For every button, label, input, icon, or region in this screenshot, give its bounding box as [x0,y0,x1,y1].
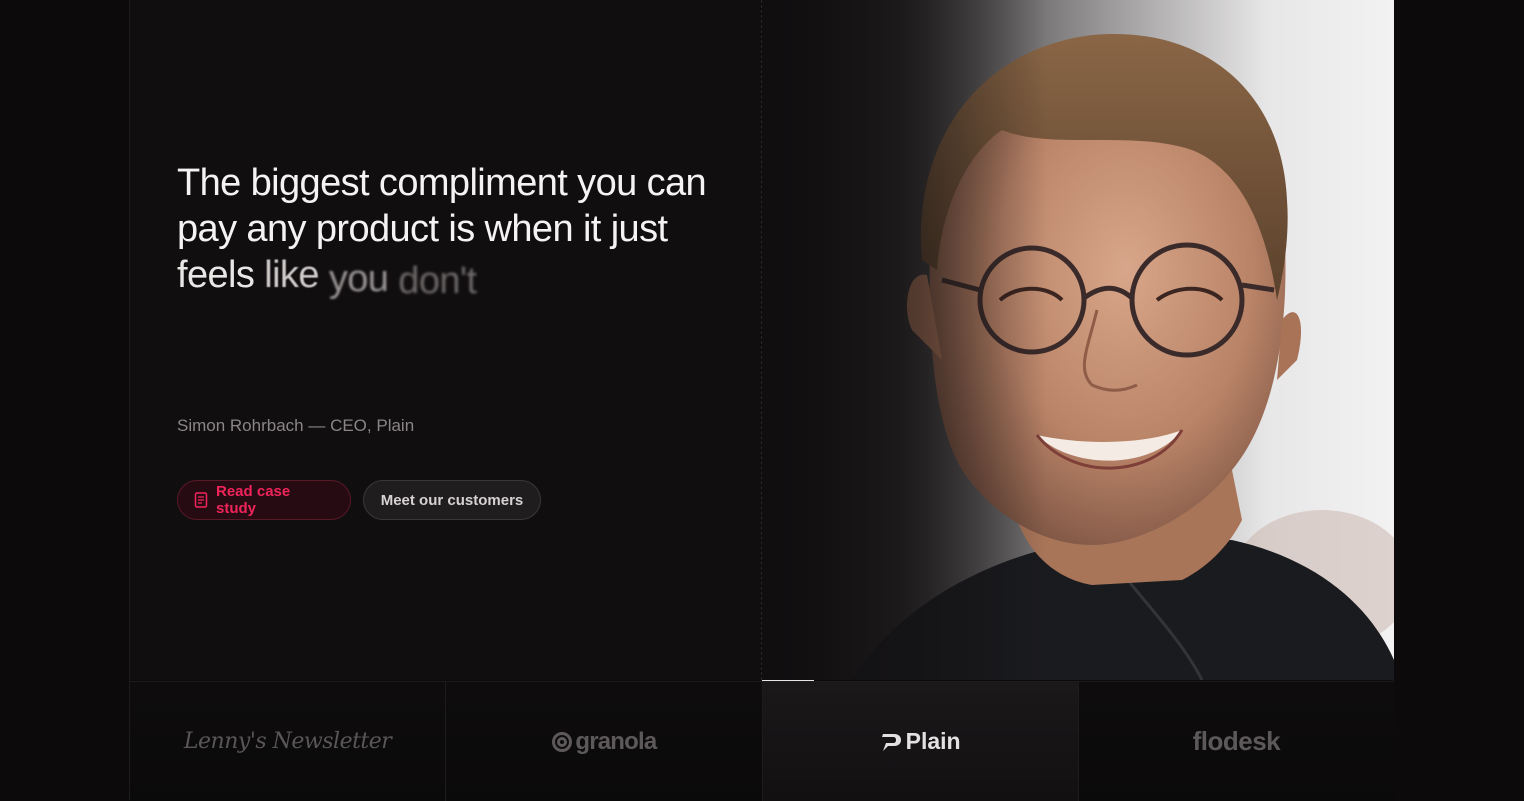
read-case-study-button[interactable]: Read case study [177,480,351,520]
quote-fade-word: feels [177,254,255,296]
quote-fade-word: like [264,254,319,296]
quote-fade-word: don't [398,260,477,302]
meet-customers-label: Meet our customers [380,491,524,509]
granola-logo: granola [551,727,657,756]
lennys-newsletter-logo: Lenny's Newsletter [183,729,392,754]
document-icon [194,492,208,508]
plain-logo-icon [880,732,902,752]
quote-text: The biggest compliment you can pay any p… [177,162,707,250]
logo-tab-flodesk[interactable]: flodesk [1078,682,1394,801]
logo-tab-lennys-newsletter[interactable]: Lenny's Newsletter [130,682,447,801]
logo-tab-granola[interactable]: granola [446,682,763,801]
plain-logo: Plain [880,728,961,755]
customer-portrait [762,0,1394,680]
quote-fade-word: you [328,258,389,300]
testimonial-panel [130,0,761,680]
testimonial-quote: The biggest compliment you can pay any p… [177,160,717,302]
granola-logo-icon [551,731,573,753]
plain-wordmark: Plain [905,728,961,754]
read-case-study-label: Read case study [216,483,291,517]
testimonial-author: Simon Rohrbach — CEO, Plain [177,416,415,435]
customer-logo-row: Lenny's Newsletter granola Plain flodesk [130,681,1394,801]
meet-customers-button[interactable]: Meet our customers [363,480,541,520]
flodesk-logo: flodesk [1192,726,1281,756]
granola-wordmark: granola [575,727,657,755]
logo-tab-plain[interactable]: Plain [762,682,1079,801]
